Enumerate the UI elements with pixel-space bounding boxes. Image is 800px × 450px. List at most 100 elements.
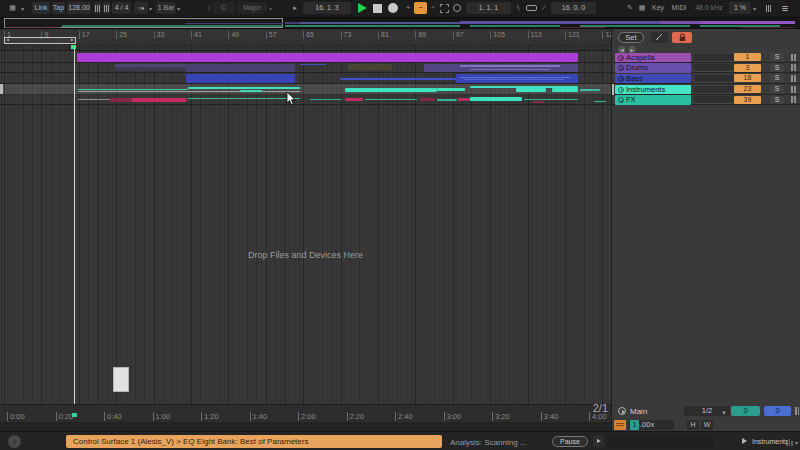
track-io-slot[interactable] xyxy=(694,86,738,93)
clip[interactable] xyxy=(532,101,544,103)
cpu-meter[interactable]: 1 % xyxy=(729,2,751,14)
track-name[interactable]: FX xyxy=(615,95,691,105)
tempo-field[interactable]: 128.00 xyxy=(67,2,91,14)
time-signature-field[interactable]: 4 / 4 xyxy=(112,2,131,14)
nudge-down-button[interactable] xyxy=(94,2,101,14)
solo-button[interactable]: S xyxy=(770,96,784,104)
clip[interactable] xyxy=(420,98,435,101)
scrub-area[interactable] xyxy=(0,45,611,51)
clip[interactable] xyxy=(458,98,470,101)
width-zoom-button[interactable]: W xyxy=(701,420,713,430)
clip[interactable] xyxy=(115,67,186,71)
punch-in-button[interactable]: ∖ xyxy=(514,2,522,14)
overdub-button[interactable]: + xyxy=(404,2,412,14)
key-map-button[interactable]: Key xyxy=(649,2,667,14)
arrangement-overview[interactable] xyxy=(0,17,800,29)
control-surface-icon[interactable]: ▦ xyxy=(6,2,19,14)
stop-button[interactable] xyxy=(373,4,382,13)
clip[interactable] xyxy=(345,98,363,101)
solo-button[interactable]: S xyxy=(770,74,784,82)
clip[interactable] xyxy=(345,88,437,92)
loop-length-field[interactable]: 16. 0. 0 xyxy=(551,2,596,14)
track-routing-number[interactable]: 1 xyxy=(734,53,761,61)
info-icon[interactable]: i xyxy=(8,435,21,448)
loop-switch[interactable] xyxy=(526,5,537,11)
grid-interval-menu[interactable]: 1/2▼ xyxy=(684,406,730,416)
nudge-up-button[interactable] xyxy=(103,2,110,14)
clip[interactable] xyxy=(188,87,300,90)
clip[interactable] xyxy=(437,88,465,91)
instruments-play-icon[interactable] xyxy=(742,438,747,444)
track-activator-icon[interactable] xyxy=(618,65,624,71)
automation-arm-button[interactable]: ~ xyxy=(414,2,427,14)
clip[interactable] xyxy=(460,77,570,78)
record-button[interactable] xyxy=(388,3,398,13)
solo-button[interactable]: S xyxy=(770,64,784,72)
clip[interactable] xyxy=(437,99,457,101)
clip[interactable] xyxy=(516,88,546,92)
quantize-menu[interactable]: 1 Bar xyxy=(156,2,176,14)
fold-button[interactable]: ▦ xyxy=(637,2,647,14)
height-zoom-button[interactable]: H xyxy=(687,420,699,430)
clip[interactable] xyxy=(552,88,578,92)
clip[interactable] xyxy=(300,64,326,66)
scale-chevron-icon[interactable]: ▾ xyxy=(269,5,272,12)
track-io-slot[interactable] xyxy=(694,96,738,103)
metronome-chevron-icon[interactable]: ▾ xyxy=(149,5,152,12)
track-io-slot[interactable] xyxy=(694,64,738,71)
clip[interactable] xyxy=(470,69,550,71)
track-header-drums[interactable]: Drums 3 S xyxy=(612,63,800,74)
reenable-automation-button[interactable]: + xyxy=(429,2,437,14)
main-send-b-value[interactable]: 0 xyxy=(764,406,791,416)
track-routing-number[interactable]: 23 xyxy=(734,85,761,93)
track-header-bass[interactable]: Bass18S xyxy=(612,73,800,84)
play-button[interactable] xyxy=(358,3,367,13)
resume-button[interactable] xyxy=(593,436,604,447)
tempo-leader-icon[interactable] xyxy=(614,420,626,430)
metronome-button[interactable]: ○● xyxy=(134,2,148,14)
link-button[interactable]: Link xyxy=(32,2,50,14)
menu-icon[interactable]: ≡ xyxy=(778,2,792,14)
follow-button[interactable]: ▸ xyxy=(290,2,300,14)
output-meter-icon[interactable] xyxy=(786,437,795,446)
clip[interactable] xyxy=(340,78,456,80)
track-routing-number[interactable]: 39 xyxy=(734,96,761,104)
cpu-chevron-icon[interactable]: ▾ xyxy=(753,5,756,12)
arrangement-area[interactable]: 191725334149576573818997105113121129 Dro… xyxy=(0,29,611,422)
track-activator-icon[interactable] xyxy=(618,76,624,82)
scale-root-menu[interactable]: C xyxy=(213,2,234,14)
clip[interactable] xyxy=(460,65,560,67)
punch-out-button[interactable]: ∕ xyxy=(540,2,548,14)
pause-button[interactable]: Pause xyxy=(552,436,588,447)
set-button[interactable]: Set xyxy=(618,32,644,43)
meter-chevron-icon[interactable]: ▾ xyxy=(795,439,798,446)
scale-name-menu[interactable]: Major xyxy=(237,2,267,14)
capture-midi-button[interactable] xyxy=(453,4,461,12)
lock-button[interactable] xyxy=(672,32,692,43)
quantize-chevron-icon[interactable]: ▾ xyxy=(177,5,180,12)
tap-tempo-button[interactable]: Tap xyxy=(52,2,65,14)
track-header-fx[interactable]: FX 39 S xyxy=(612,95,800,106)
clip[interactable] xyxy=(580,89,600,91)
beat-time-ruler[interactable]: 191725334149576573818997105113121129 xyxy=(0,29,611,45)
track-io-slot[interactable] xyxy=(694,75,738,82)
clip[interactable] xyxy=(470,97,522,101)
clip[interactable] xyxy=(240,90,262,92)
track-name[interactable]: Drums xyxy=(615,63,691,73)
arrangement-position-field[interactable]: 16. 1. 3 xyxy=(303,2,351,14)
arrangement-grid[interactable]: Drop Files and Devices Here xyxy=(0,45,611,404)
track-header-acapella[interactable]: Acapella1S xyxy=(612,52,800,63)
clip[interactable] xyxy=(77,53,578,62)
track-name[interactable]: Bass xyxy=(615,74,691,84)
track-routing-number[interactable]: 3 xyxy=(734,64,761,72)
solo-button[interactable]: S xyxy=(770,85,784,93)
track-activator-icon[interactable] xyxy=(618,55,624,61)
clip[interactable] xyxy=(78,89,188,91)
control-surface-chevron-icon[interactable]: ▾ xyxy=(21,5,24,12)
track-activator-icon[interactable] xyxy=(618,87,624,93)
track-name[interactable]: Acapella xyxy=(615,53,691,63)
track-io-slot[interactable] xyxy=(694,54,738,61)
time-ruler[interactable]: 0:000:200:401:001:201:402:002:202:403:00… xyxy=(0,404,611,422)
track-name[interactable]: Instruments xyxy=(615,85,691,95)
clip[interactable] xyxy=(132,98,186,102)
